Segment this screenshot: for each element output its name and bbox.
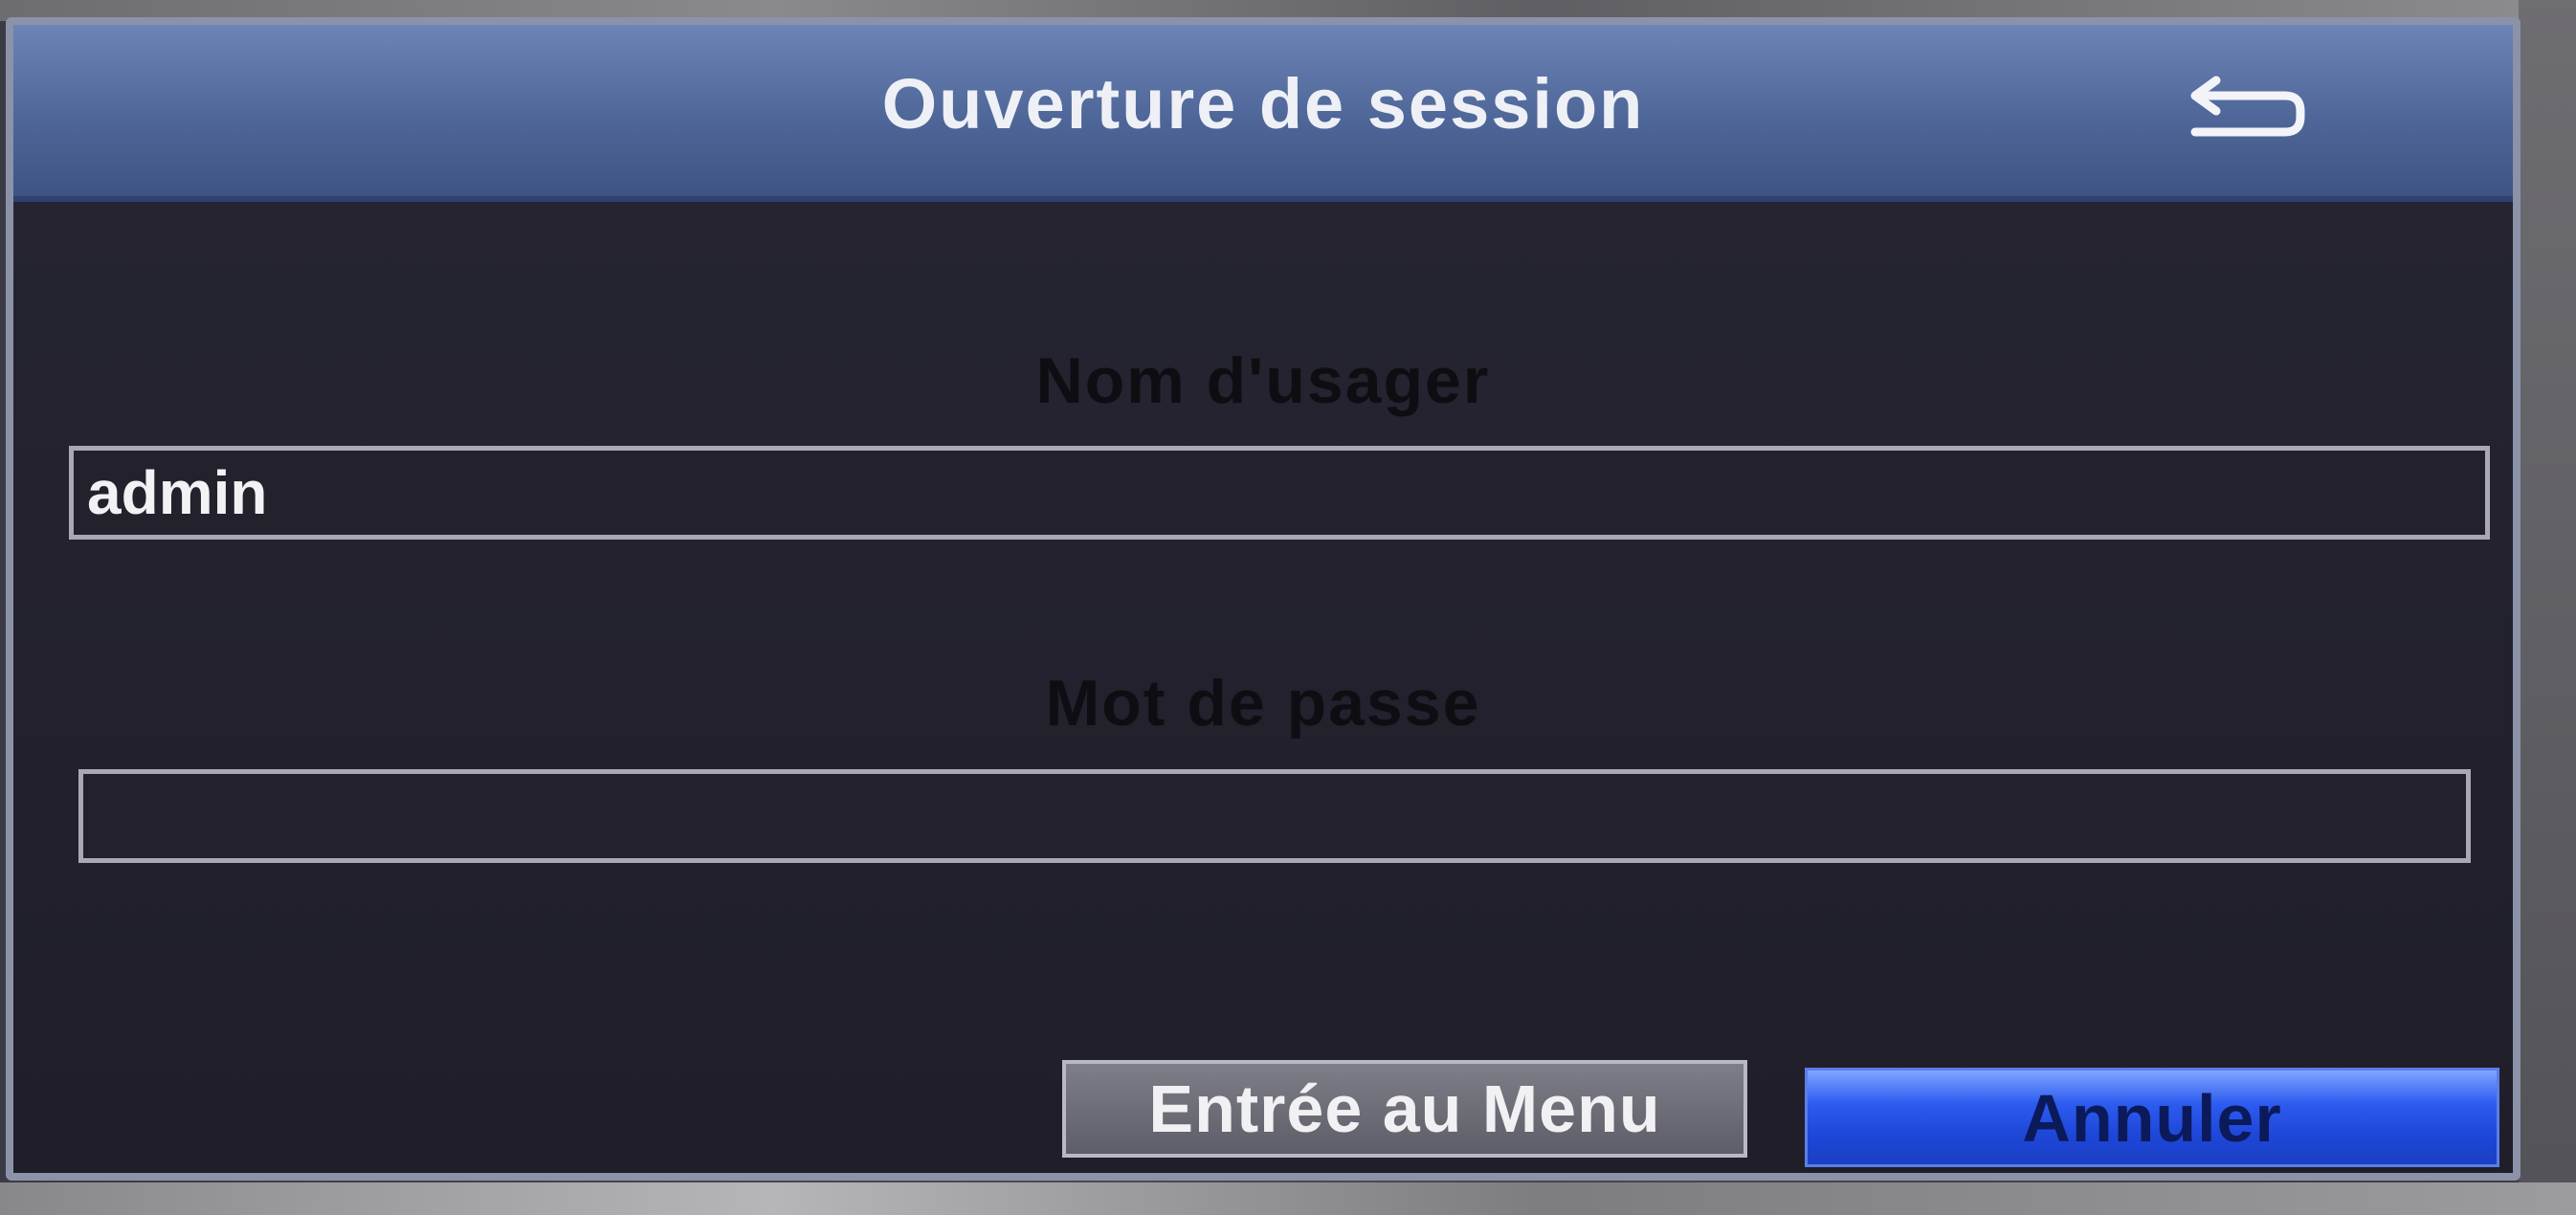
password-input[interactable] (78, 769, 2471, 863)
username-input[interactable] (69, 446, 2490, 540)
return-arrow-icon (2190, 76, 2305, 137)
dialog-title: Ouverture de session (881, 64, 1645, 144)
background-camera-feed-right (2519, 0, 2576, 1215)
login-dialog: Ouverture de session Nom d'usager Mot de… (6, 17, 2520, 1181)
screen: Ouverture de session Nom d'usager Mot de… (0, 0, 2576, 1215)
back-button[interactable] (2178, 75, 2312, 151)
enter-menu-button[interactable]: Entrée au Menu (1062, 1060, 1747, 1158)
dialog-titlebar: Ouverture de session (13, 25, 2513, 202)
username-label: Nom d'usager (1035, 344, 1491, 417)
cancel-button[interactable]: Annuler (1805, 1068, 2499, 1167)
password-label: Mot de passe (1045, 667, 1481, 740)
background-camera-feed-bottom (0, 1182, 2576, 1215)
